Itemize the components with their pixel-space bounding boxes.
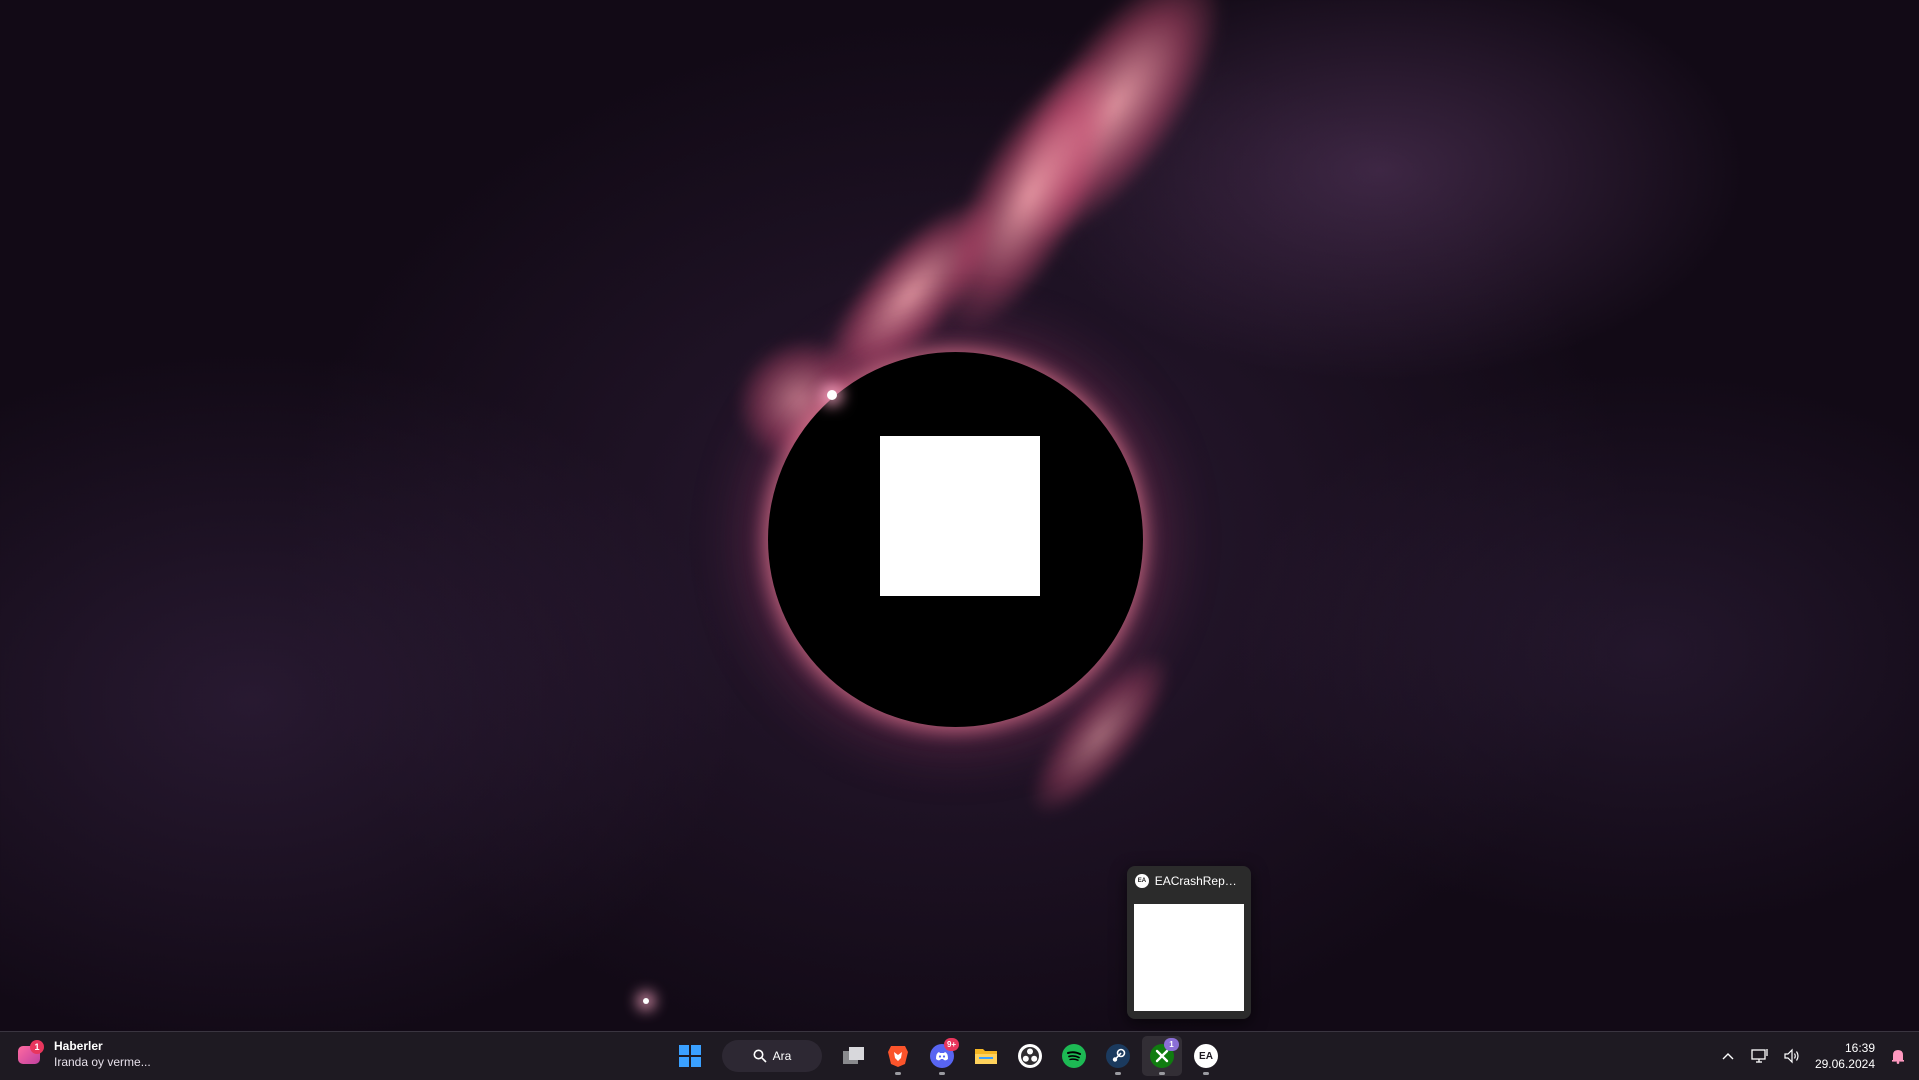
search-icon <box>753 1049 767 1063</box>
clock-button[interactable]: 16:39 29.06.2024 <box>1815 1040 1875 1072</box>
widget-badge: 1 <box>30 1040 44 1054</box>
ea-icon: EA <box>1194 1044 1218 1068</box>
clock-time: 16:39 <box>1844 1041 1875 1055</box>
ea-crash-reporter-icon: EA <box>1135 874 1149 888</box>
ea-button[interactable]: EA <box>1186 1036 1226 1076</box>
search-button[interactable]: Ara <box>722 1040 822 1072</box>
volume-icon <box>1784 1048 1799 1064</box>
widget-subtitle: Iranda oy verme... <box>54 1055 151 1069</box>
spotify-button[interactable] <box>1054 1036 1094 1076</box>
widget-title: Haberler <box>54 1039 103 1053</box>
system-tray: 16:39 29.06.2024 <box>1719 1032 1907 1080</box>
taskbar-apps: Ara 9+ 1 EA <box>670 1036 1226 1076</box>
widgets-button[interactable]: 1 Haberler Iranda oy verme... <box>16 1038 151 1070</box>
volume-button[interactable] <box>1783 1047 1801 1065</box>
search-label: Ara <box>772 1049 792 1063</box>
discord-badge: 9+ <box>944 1038 959 1051</box>
desktop[interactable]: EA EACrashRepor... <box>0 0 1919 1031</box>
notification-button[interactable] <box>1889 1047 1907 1065</box>
task-view-button[interactable] <box>834 1036 874 1076</box>
show-hidden-icons-button[interactable] <box>1719 1047 1737 1065</box>
bell-icon <box>1892 1050 1904 1064</box>
file-explorer-button[interactable] <box>966 1036 1006 1076</box>
thumbnail-preview-image[interactable] <box>1134 904 1244 1011</box>
brave-button[interactable] <box>878 1036 918 1076</box>
obs-icon <box>1018 1044 1042 1068</box>
star-flare <box>827 390 837 400</box>
thumbnail-title: EACrashRepor... <box>1154 874 1243 888</box>
task-view-icon <box>843 1047 864 1064</box>
xbox-button[interactable]: 1 <box>1142 1036 1182 1076</box>
clock-date: 29.06.2024 <box>1814 1057 1875 1071</box>
start-button[interactable] <box>670 1036 710 1076</box>
taskbar: 1 Haberler Iranda oy verme... Ara 9+ 1 E… <box>0 1031 1919 1080</box>
steam-button[interactable] <box>1098 1036 1138 1076</box>
discord-button[interactable]: 9+ <box>922 1036 962 1076</box>
star-flare <box>643 998 649 1004</box>
blank-window <box>880 436 1040 596</box>
xbox-badge: 1 <box>1164 1038 1179 1051</box>
folder-icon <box>975 1049 997 1064</box>
network-icon <box>1751 1049 1768 1063</box>
obs-button[interactable] <box>1010 1036 1050 1076</box>
network-button[interactable] <box>1751 1047 1769 1065</box>
steam-icon <box>1106 1044 1130 1068</box>
taskbar-thumbnail-preview[interactable]: EA EACrashRepor... <box>1127 866 1251 1019</box>
spotify-icon <box>1062 1044 1086 1068</box>
brave-icon <box>888 1046 908 1067</box>
chevron-up-icon <box>1722 1053 1734 1060</box>
news-icon: 1 <box>16 1040 44 1068</box>
windows-start-icon <box>679 1045 701 1067</box>
